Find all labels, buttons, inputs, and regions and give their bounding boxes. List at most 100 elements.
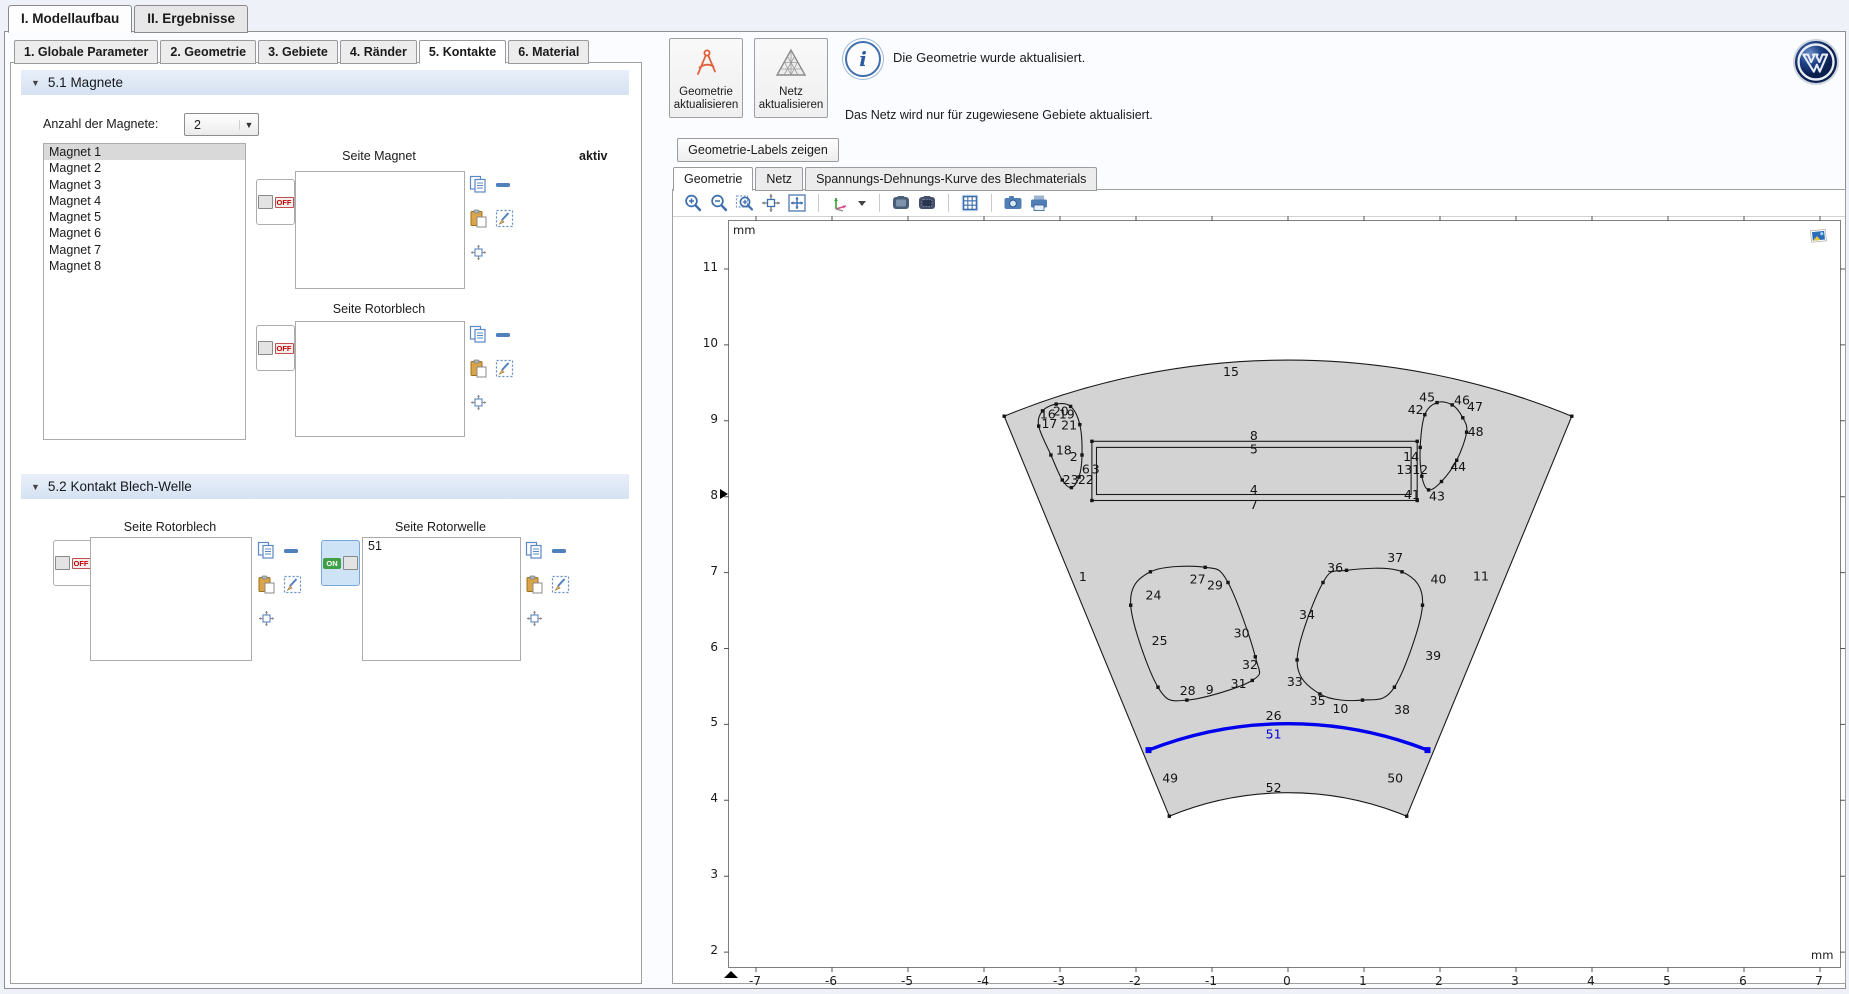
magnet-list-item[interactable]: Magnet 8 (44, 258, 245, 274)
tab-2-geometrie[interactable]: 2. Geometrie (160, 40, 256, 64)
toggle-seite-rotorblech[interactable]: OFF (256, 325, 295, 371)
clear-selection-icon[interactable] (283, 575, 302, 594)
edge-label-11[interactable]: 11 (1473, 568, 1489, 583)
edge-label-13[interactable]: 13 (1396, 462, 1412, 477)
magnet-list-item[interactable]: Magnet 5 (44, 209, 245, 225)
kontakt-rotorblech-selection-list[interactable] (90, 537, 252, 661)
geometrie-labels-zeigen-button[interactable]: Geometrie-Labels zeigen (677, 138, 839, 162)
edge-label-4[interactable]: 4 (1250, 482, 1258, 497)
toggle-kontakt-rotorwelle[interactable]: ON (321, 540, 360, 586)
grid-icon[interactable] (960, 193, 980, 213)
paste-icon[interactable] (257, 575, 276, 594)
edge-label-43[interactable]: 43 (1429, 489, 1445, 504)
magnet-list-item[interactable]: Magnet 6 (44, 225, 245, 241)
edge-label-49[interactable]: 49 (1162, 770, 1178, 785)
clear-selection-icon[interactable] (551, 575, 570, 594)
edge-label-41[interactable]: 41 (1404, 487, 1420, 502)
edge-label-32[interactable]: 32 (1242, 657, 1258, 672)
edge-label-40[interactable]: 40 (1431, 571, 1447, 586)
scene-light-icon[interactable] (891, 193, 911, 213)
edge-label-24[interactable]: 24 (1146, 587, 1162, 602)
copy-icon[interactable] (525, 541, 544, 560)
copy-icon[interactable] (469, 325, 488, 344)
edge-label-52[interactable]: 52 (1266, 780, 1282, 795)
netz-aktualisieren-button[interactable]: Netz aktualisieren (754, 38, 828, 118)
edge-label-44[interactable]: 44 (1450, 459, 1466, 474)
magnet-list[interactable]: Magnet 1Magnet 2Magnet 3Magnet 4Magnet 5… (43, 143, 246, 440)
remove-icon[interactable] (551, 541, 570, 560)
kontakt-rotorwelle-selection-list[interactable]: 51 (362, 537, 521, 661)
plot-image-icon[interactable] (1809, 228, 1829, 250)
zoom-to-selection-icon[interactable] (469, 243, 488, 262)
paste-icon[interactable] (469, 209, 488, 228)
seite-magnet-selection-list[interactable] (295, 171, 465, 289)
tab-4-r-nder[interactable]: 4. Ränder (340, 40, 417, 64)
zoom-to-selection-icon[interactable] (525, 609, 544, 628)
toggle-seite-magnet[interactable]: OFF (256, 179, 295, 225)
zoom-box-icon[interactable] (735, 193, 755, 213)
chevron-down-icon[interactable] (856, 193, 868, 213)
clear-selection-icon[interactable] (495, 209, 514, 228)
collapse-triangle-icon[interactable]: ▼ (31, 78, 40, 88)
edge-label-38[interactable]: 38 (1394, 702, 1410, 717)
edge-label-34[interactable]: 34 (1299, 607, 1315, 622)
edge-label-8[interactable]: 8 (1250, 428, 1258, 443)
tab-1-globale-parameter[interactable]: 1. Globale Parameter (14, 40, 158, 64)
edge-label-25[interactable]: 25 (1152, 633, 1168, 648)
edge-label-36[interactable]: 36 (1327, 560, 1343, 575)
tab-netz[interactable]: Netz (755, 167, 803, 191)
edge-label-12[interactable]: 12 (1412, 462, 1428, 477)
zoom-selected-icon[interactable] (761, 193, 781, 213)
axis-orientation-icon[interactable] (830, 193, 850, 213)
magnet-list-item[interactable]: Magnet 7 (44, 242, 245, 258)
edge-label-18[interactable]: 18 (1056, 442, 1072, 457)
edge-label-31[interactable]: 31 (1231, 676, 1247, 691)
remove-icon[interactable] (495, 325, 514, 344)
edge-label-21[interactable]: 21 (1061, 417, 1077, 432)
edge-label-45[interactable]: 45 (1419, 389, 1435, 404)
edge-label-39[interactable]: 39 (1425, 648, 1441, 663)
edge-label-9[interactable]: 9 (1206, 682, 1214, 697)
selection-item[interactable]: 51 (363, 538, 520, 554)
remove-icon[interactable] (283, 541, 302, 560)
tab-3-gebiete[interactable]: 3. Gebiete (258, 40, 338, 64)
tab-spannungs-dehnungs-kurve-des-blechmaterials[interactable]: Spannungs-Dehnungs-Kurve des Blechmateri… (805, 167, 1097, 191)
edge-label-28[interactable]: 28 (1180, 683, 1196, 698)
edge-label-47[interactable]: 47 (1467, 399, 1483, 414)
zoom-to-selection-icon[interactable] (469, 393, 488, 412)
edge-label-35[interactable]: 35 (1310, 693, 1326, 708)
edge-label-14[interactable]: 14 (1403, 449, 1419, 464)
edge-label-22[interactable]: 22 (1078, 472, 1094, 487)
edge-label-48[interactable]: 48 (1468, 424, 1484, 439)
remove-icon[interactable] (495, 175, 514, 194)
zoom-to-selection-icon[interactable] (257, 609, 276, 628)
magnet-list-item[interactable]: Magnet 3 (44, 177, 245, 193)
print-icon[interactable] (1029, 193, 1049, 213)
paste-icon[interactable] (469, 359, 488, 378)
magnet-list-item[interactable]: Magnet 4 (44, 193, 245, 209)
snapshot-camera-icon[interactable] (1003, 193, 1023, 213)
section-header-magnete[interactable]: ▼ 5.1 Magnete (21, 70, 629, 95)
tab-5-kontakte[interactable]: 5. Kontakte (419, 40, 506, 64)
tab-geometrie[interactable]: Geometrie (673, 167, 753, 191)
collapse-triangle-icon[interactable]: ▼ (31, 482, 40, 492)
tab-6-material[interactable]: 6. Material (508, 40, 589, 64)
copy-icon[interactable] (257, 541, 276, 560)
edge-label-42[interactable]: 42 (1408, 402, 1424, 417)
scene-dark-icon[interactable] (917, 193, 937, 213)
section-header-kontakt[interactable]: ▼ 5.2 Kontakt Blech-Welle (21, 474, 629, 499)
edge-label-1[interactable]: 1 (1079, 569, 1087, 584)
paste-icon[interactable] (525, 575, 544, 594)
edge-label-7[interactable]: 7 (1250, 497, 1258, 512)
edge-label-5[interactable]: 5 (1250, 442, 1258, 457)
edge-label-30[interactable]: 30 (1234, 625, 1250, 640)
edge-label-29[interactable]: 29 (1207, 578, 1223, 593)
edge-label-50[interactable]: 50 (1387, 770, 1403, 785)
copy-icon[interactable] (469, 175, 488, 194)
magnet-list-item[interactable]: Magnet 2 (44, 160, 245, 176)
edge-label-27[interactable]: 27 (1190, 571, 1206, 586)
edge-label-33[interactable]: 33 (1287, 674, 1303, 689)
zoom-extents-icon[interactable] (787, 193, 807, 213)
seite-rotorblech-selection-list[interactable] (295, 321, 465, 437)
edge-label-15[interactable]: 15 (1223, 364, 1239, 379)
